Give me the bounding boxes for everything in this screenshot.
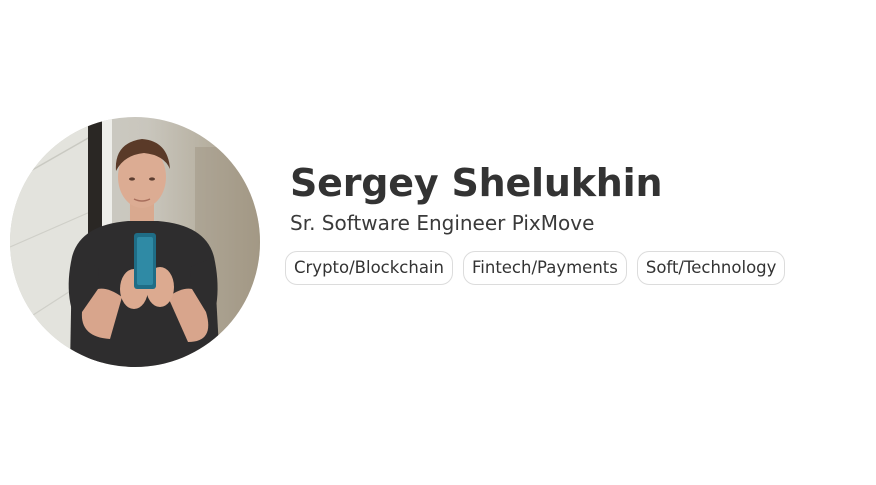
profile-card: Sergey Shelukhin Sr. Software Engineer P… xyxy=(0,0,876,485)
profile-title: Sr. Software Engineer PixMove xyxy=(290,211,595,235)
tag-fintech-payments[interactable]: Fintech/Payments xyxy=(462,251,627,285)
tag-crypto-blockchain[interactable]: Crypto/Blockchain xyxy=(285,251,453,285)
avatar xyxy=(10,117,260,367)
profile-name: Sergey Shelukhin xyxy=(290,161,663,205)
tag-list: Crypto/Blockchain Fintech/Payments Soft/… xyxy=(285,251,786,285)
profile-photo-icon xyxy=(10,117,260,367)
tag-soft-technology[interactable]: Soft/Technology xyxy=(636,251,786,285)
profile-info: Sergey Shelukhin Sr. Software Engineer P… xyxy=(290,160,663,236)
